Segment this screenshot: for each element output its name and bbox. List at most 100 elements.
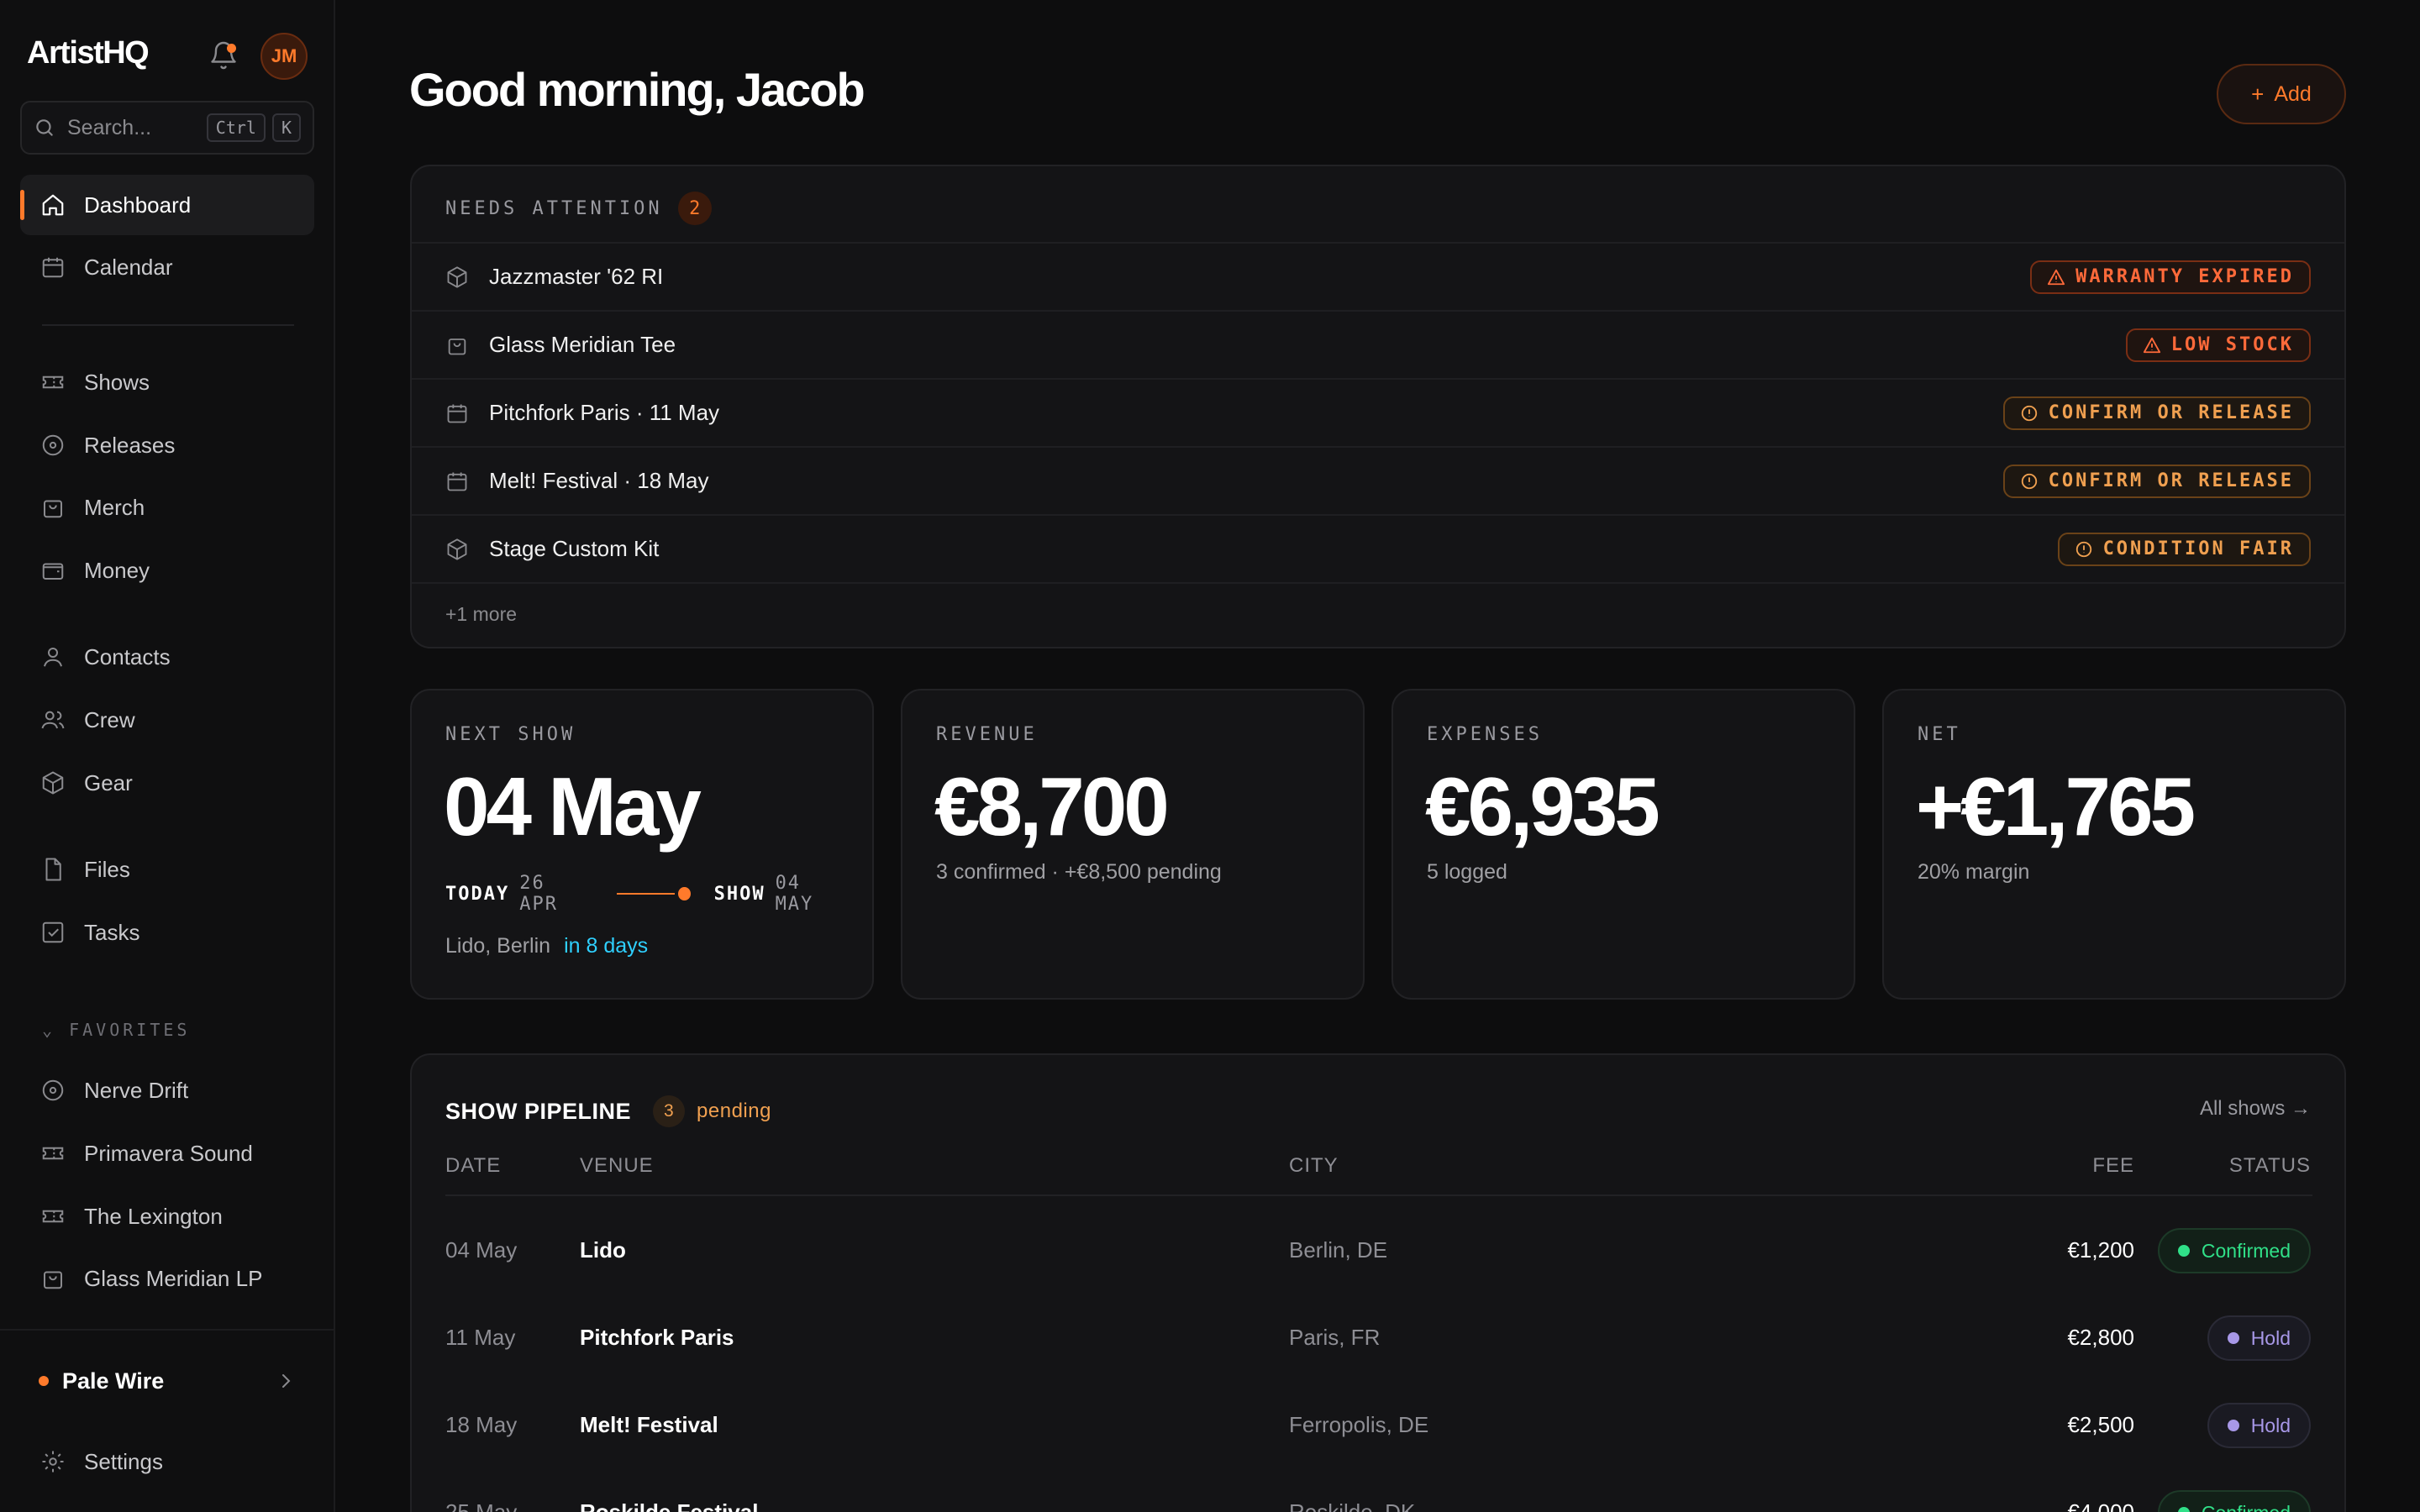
nav-settings[interactable]: Settings [20, 1431, 314, 1492]
cell-venue: Melt! Festival [580, 1411, 718, 1437]
column-header-status[interactable]: STATUS [2229, 1154, 2311, 1178]
favorite-item[interactable]: Glass Meridian LP [20, 1248, 314, 1309]
cell-city: Roskilde, DK [1289, 1499, 1416, 1512]
nav-label: Crew [84, 706, 135, 732]
attention-item[interactable]: Melt! Festival · 18 May CONFIRM OR RELEA… [412, 446, 2344, 514]
home-icon [42, 194, 64, 216]
pipeline-heading: SHOW PIPELINE 3 pending [445, 1095, 771, 1127]
nav-label: Tasks [84, 919, 140, 945]
nav-money[interactable]: Money [20, 540, 314, 601]
attention-count-badge: 2 [677, 192, 712, 225]
add-button[interactable]: + Add [2217, 64, 2346, 124]
notification-dot [227, 44, 236, 53]
attention-item-label: Melt! Festival · 18 May [489, 468, 709, 493]
column-header-date[interactable]: DATE [445, 1154, 501, 1178]
attention-item[interactable]: Jazzmaster '62 RI WARRANTY EXPIRED [412, 242, 2344, 310]
workspace-dot [39, 1376, 49, 1386]
column-header-venue[interactable]: VENUE [580, 1154, 654, 1178]
calendar-icon [447, 404, 467, 423]
search-input[interactable]: Search... Ctrl K [20, 101, 314, 155]
nav-files[interactable]: Files [20, 839, 314, 900]
column-header-city[interactable]: CITY [1289, 1154, 1339, 1178]
alert-circle-icon [2075, 541, 2091, 557]
card-subtext: 20% margin [1918, 860, 2030, 884]
attention-item[interactable]: Stage Custom Kit CONDITION FAIR [412, 514, 2344, 584]
status-badge[interactable]: Hold [2207, 1403, 2311, 1448]
status-badge: LOW STOCK [2125, 328, 2311, 362]
nav-tasks[interactable]: Tasks [20, 902, 314, 963]
alert-circle-icon [2021, 473, 2037, 489]
status-badge[interactable]: Confirmed [2157, 1228, 2311, 1273]
app-logo[interactable]: ArtistHQ [27, 35, 150, 71]
expenses-card[interactable]: EXPENSES €6,935 5 logged [1392, 689, 1855, 1000]
ticket-icon [42, 375, 64, 389]
page-title: Good morning, Jacob [409, 63, 865, 116]
nav-shows[interactable]: Shows [20, 352, 314, 412]
ticket-icon [42, 1147, 64, 1160]
table-row[interactable]: 11 May Pitchfork Paris Paris, FR €2,800 … [412, 1294, 2344, 1381]
chevron-down-icon: ⌄ [42, 1020, 70, 1040]
chevron-right-icon [282, 1374, 291, 1388]
favorite-item[interactable]: Primavera Sound [20, 1123, 314, 1184]
cell-date: 25 May [445, 1499, 518, 1512]
favorites-heading[interactable]: ⌄ FAVORITES [42, 1020, 190, 1040]
cell-fee: €1,200 [2067, 1236, 2134, 1263]
status-badge: CONFIRM OR RELEASE [2002, 396, 2311, 430]
nav-gear[interactable]: Gear [20, 753, 314, 813]
nav-contacts[interactable]: Contacts [20, 627, 314, 687]
calendar-icon [447, 472, 467, 491]
status-badge[interactable]: Confirmed [2157, 1490, 2311, 1512]
nav-label: Releases [84, 432, 176, 458]
attention-item-label: Jazzmaster '62 RI [489, 264, 664, 289]
attention-item[interactable]: Glass Meridian Tee LOW STOCK [412, 310, 2344, 378]
table-row[interactable]: 25 May Roskilde Festival Roskilde, DK €4… [412, 1468, 2344, 1512]
nav-label: Settings [84, 1448, 163, 1474]
net-card[interactable]: NET +€1,765 20% margin [1882, 689, 2346, 1000]
nav-label: Gear [84, 769, 133, 795]
card-caption: EXPENSES [1427, 724, 1543, 745]
revenue-card[interactable]: REVENUE €8,700 3 confirmed · +€8,500 pen… [901, 689, 1365, 1000]
nav-crew[interactable]: Crew [20, 690, 314, 750]
column-header-fee[interactable]: FEE [2092, 1154, 2134, 1178]
search-icon [36, 119, 53, 136]
nav-dashboard[interactable]: Dashboard [20, 175, 314, 235]
workspace-switcher[interactable]: Pale Wire [20, 1354, 314, 1408]
box-icon [447, 265, 467, 288]
alert-circle-icon [2021, 405, 2037, 421]
nav-label: Files [84, 856, 130, 882]
nav-releases[interactable]: Releases [20, 415, 314, 475]
attention-item-label: Pitchfork Paris · 11 May [489, 400, 720, 425]
shortcut-k: K [271, 113, 301, 142]
attention-item[interactable]: Pitchfork Paris · 11 May CONFIRM OR RELE… [412, 378, 2344, 446]
cell-date: 11 May [445, 1324, 516, 1350]
favorite-label: Glass Meridian LP [84, 1265, 263, 1291]
timeline-track [616, 893, 675, 895]
favorite-label: The Lexington [84, 1203, 223, 1229]
users-icon [41, 711, 65, 729]
user-icon [44, 648, 62, 667]
show-more-link[interactable]: +1 more [445, 603, 517, 626]
card-value: 04 May [444, 760, 702, 853]
search-placeholder: Search... [67, 115, 152, 139]
countdown-timeline: TODAY 26 APR SHOW 04 MAY [445, 873, 814, 915]
cell-venue: Roskilde Festival [580, 1499, 759, 1512]
show-pipeline-panel: SHOW PIPELINE 3 pending All shows → DATE… [410, 1053, 2346, 1512]
favorite-item[interactable]: Nerve Drift [20, 1060, 314, 1121]
next-show-card[interactable]: NEXT SHOW 04 May TODAY 26 APR SHOW 04 MA… [410, 689, 874, 1000]
cell-fee: €2,800 [2067, 1324, 2134, 1350]
box-icon [447, 538, 467, 560]
nav-calendar[interactable]: Calendar [20, 237, 314, 297]
attention-item-label: Stage Custom Kit [489, 536, 660, 561]
status-badge[interactable]: Hold [2207, 1315, 2311, 1361]
warning-icon [2143, 337, 2160, 353]
ticket-icon [42, 1210, 64, 1223]
shortcut-ctrl: Ctrl [206, 113, 266, 142]
favorite-label: Nerve Drift [84, 1077, 189, 1103]
nav-merch[interactable]: Merch [20, 477, 314, 538]
table-row[interactable]: 04 May Lido Berlin, DE €1,200 Confirmed [412, 1206, 2344, 1294]
favorite-item[interactable]: The Lexington [20, 1186, 314, 1247]
all-shows-link[interactable]: All shows → [2200, 1097, 2311, 1121]
file-icon [45, 858, 61, 881]
table-row[interactable]: 18 May Melt! Festival Ferropolis, DE €2,… [412, 1381, 2344, 1468]
user-avatar[interactable]: JM [260, 33, 308, 80]
